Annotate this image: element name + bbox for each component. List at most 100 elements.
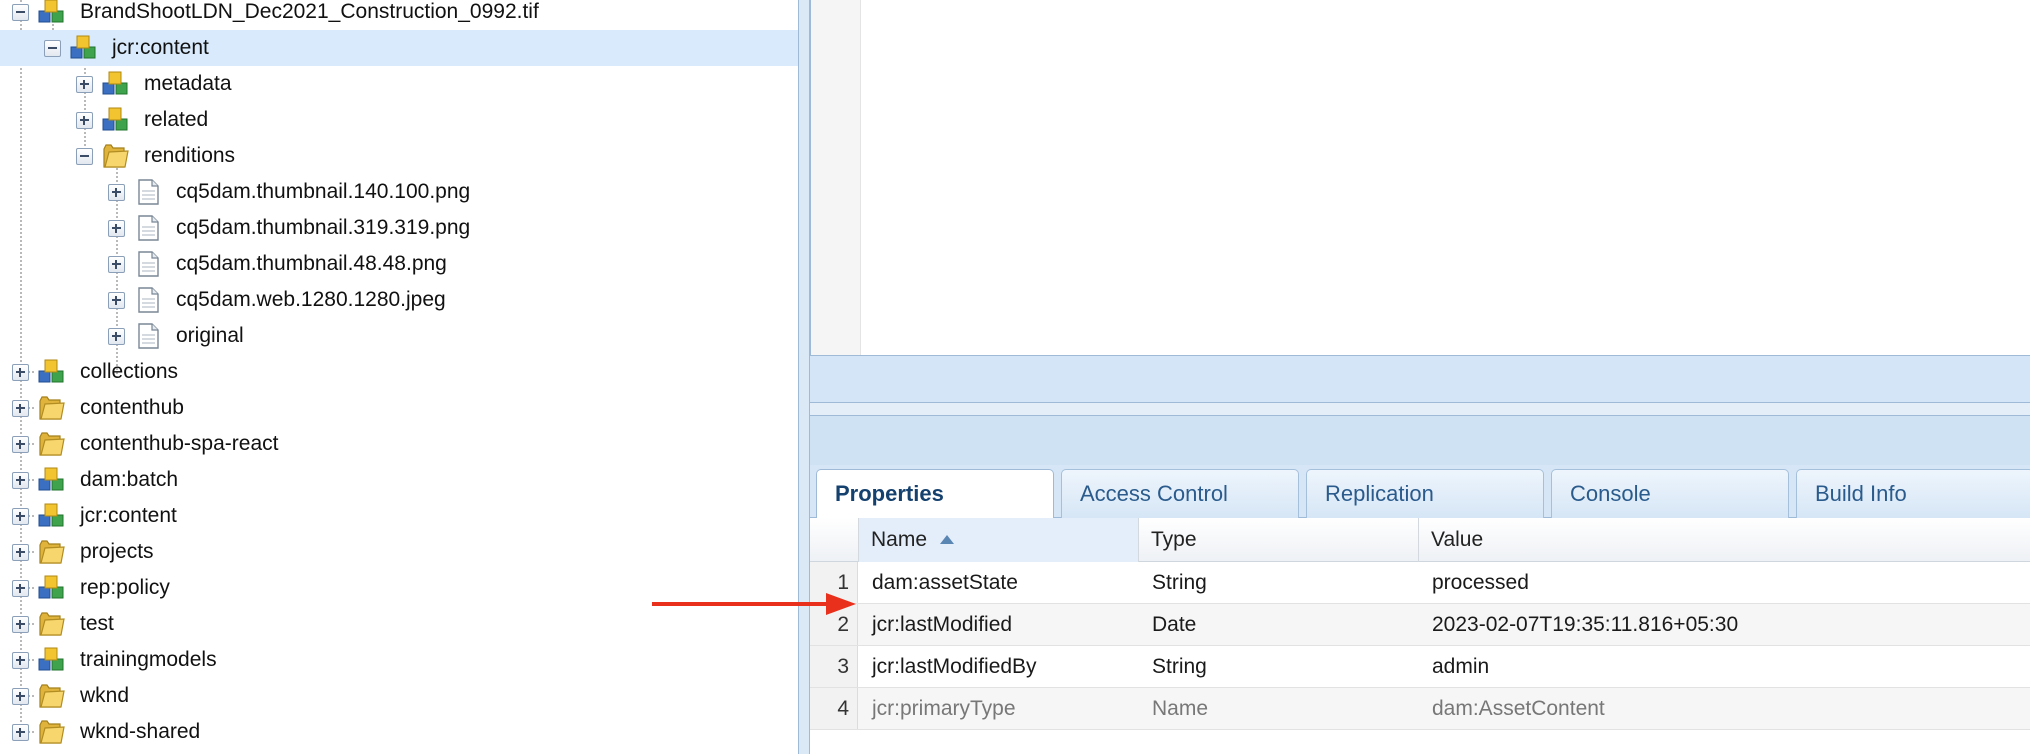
expand-icon[interactable] <box>12 580 29 597</box>
property-value[interactable]: 2023-02-07T19:35:11.816+05:30 <box>1432 604 1738 645</box>
table-row[interactable]: 1 dam:assetState String processed <box>810 562 2030 604</box>
expand-icon[interactable] <box>108 292 125 309</box>
tree-node-label: BrandShootLDN_Dec2021_Construction_0992.… <box>80 0 539 23</box>
node-icon <box>38 359 64 383</box>
tree-node[interactable]: contenthub <box>0 390 798 426</box>
collapse-icon[interactable] <box>44 40 61 57</box>
tree-node-label: metadata <box>144 72 232 95</box>
expand-icon[interactable] <box>108 184 125 201</box>
tab-label: Build Info <box>1815 481 1907 506</box>
tab-replication[interactable]: Replication <box>1306 469 1544 518</box>
collapse-icon[interactable] <box>76 148 93 165</box>
property-value[interactable]: admin <box>1432 646 1489 687</box>
property-value[interactable]: dam:AssetContent <box>1432 688 1605 729</box>
expand-icon[interactable] <box>76 112 93 129</box>
tab-console[interactable]: Console <box>1551 469 1789 518</box>
tree-node[interactable]: BrandShootLDN_Dec2021_Construction_0992.… <box>0 0 798 30</box>
tree-node[interactable]: contenthub-spa-react <box>0 426 798 462</box>
file-icon <box>138 287 159 313</box>
table-row[interactable]: 3 jcr:lastModifiedBy String admin <box>810 646 2030 688</box>
tree-node[interactable]: jcr:content <box>0 498 798 534</box>
property-type[interactable]: Name <box>1152 688 1208 729</box>
expand-icon[interactable] <box>108 328 125 345</box>
tree-node[interactable]: cq5dam.thumbnail.319.319.png <box>0 210 798 246</box>
column-header-label: Value <box>1431 528 1484 551</box>
editor-footer-bar <box>810 355 2030 403</box>
node-icon <box>38 467 64 491</box>
tab-properties[interactable]: Properties <box>816 469 1054 519</box>
property-name[interactable]: jcr:lastModified <box>872 604 1012 645</box>
expand-icon[interactable] <box>12 472 29 489</box>
collapse-icon[interactable] <box>12 4 29 21</box>
column-header-label: Type <box>1151 528 1197 551</box>
tree-node[interactable]: wknd-shared <box>0 714 798 750</box>
file-icon <box>138 179 159 205</box>
panel-splitter[interactable] <box>798 0 810 754</box>
row-number: 3 <box>810 646 858 687</box>
editor-gutter <box>811 0 861 355</box>
tree-node-label: projects <box>80 540 154 563</box>
tree-node[interactable]: projects <box>0 534 798 570</box>
grid-header: Name Type Value <box>810 518 2030 562</box>
table-row[interactable]: 2 jcr:lastModified Date 2023-02-07T19:35… <box>810 604 2030 646</box>
tree-node[interactable]: jcr:content <box>0 30 798 66</box>
table-row[interactable]: 4 jcr:primaryType Name dam:AssetContent <box>810 688 2030 730</box>
tab-access-control[interactable]: Access Control <box>1061 469 1299 518</box>
column-header-label: Name <box>871 528 928 551</box>
tree-node[interactable]: dam:batch <box>0 462 798 498</box>
expand-icon[interactable] <box>12 724 29 741</box>
tree-node-label: jcr:content <box>112 36 209 59</box>
expand-icon[interactable] <box>12 616 29 633</box>
expand-icon[interactable] <box>12 688 29 705</box>
folder-icon <box>39 396 65 420</box>
tree-node-label: renditions <box>144 144 236 167</box>
file-icon <box>138 215 159 241</box>
tree-node-label: test <box>80 612 114 635</box>
expand-icon[interactable] <box>12 436 29 453</box>
column-header-name[interactable]: Name <box>859 518 1139 562</box>
tree-node[interactable]: collections <box>0 354 798 390</box>
folder-icon <box>39 720 65 744</box>
node-icon <box>102 71 128 95</box>
tree-node-label: cq5dam.thumbnail.48.48.png <box>176 252 447 275</box>
tree-node-label: original <box>176 324 244 347</box>
tab-label: Replication <box>1325 481 1434 506</box>
property-type[interactable]: Date <box>1152 604 1196 645</box>
tree-node-label: jcr:content <box>80 504 177 527</box>
expand-icon[interactable] <box>12 652 29 669</box>
expand-icon[interactable] <box>108 256 125 273</box>
expand-icon[interactable] <box>12 400 29 417</box>
tree-node-label: cq5dam.thumbnail.140.100.png <box>176 180 471 203</box>
tree-node[interactable]: renditions <box>0 138 798 174</box>
expand-icon[interactable] <box>108 220 125 237</box>
node-icon <box>70 35 96 59</box>
repository-tree: BrandShootLDN_Dec2021_Construction_0992.… <box>0 0 798 754</box>
property-value[interactable]: processed <box>1432 562 1529 603</box>
expand-icon[interactable] <box>76 76 93 93</box>
expand-icon[interactable] <box>12 364 29 381</box>
expand-icon[interactable] <box>12 544 29 561</box>
property-name[interactable]: dam:assetState <box>872 562 1018 603</box>
column-header-type[interactable]: Type <box>1139 518 1419 562</box>
property-type[interactable]: String <box>1152 562 1207 603</box>
folder-icon <box>39 540 65 564</box>
pane-gap <box>810 403 2030 415</box>
property-name[interactable]: jcr:lastModifiedBy <box>872 646 1037 687</box>
column-header-value[interactable]: Value <box>1419 518 2030 562</box>
tree-node[interactable]: trainingmodels <box>0 642 798 678</box>
tree-node[interactable]: related <box>0 102 798 138</box>
tree-node[interactable]: cq5dam.thumbnail.48.48.png <box>0 246 798 282</box>
tree-node[interactable]: cq5dam.web.1280.1280.jpeg <box>0 282 798 318</box>
tab-build-info[interactable]: Build Info <box>1796 469 2030 518</box>
tree-node-label: wknd <box>80 684 130 707</box>
editor-pane[interactable] <box>810 0 2030 355</box>
property-type[interactable]: String <box>1152 646 1207 687</box>
tree-node[interactable]: original <box>0 318 798 354</box>
rownum-header <box>810 518 859 562</box>
property-name[interactable]: jcr:primaryType <box>872 688 1016 729</box>
tab-label: Properties <box>835 481 944 506</box>
tree-node[interactable]: wknd <box>0 678 798 714</box>
tree-node[interactable]: metadata <box>0 66 798 102</box>
tree-node[interactable]: cq5dam.thumbnail.140.100.png <box>0 174 798 210</box>
expand-icon[interactable] <box>12 508 29 525</box>
